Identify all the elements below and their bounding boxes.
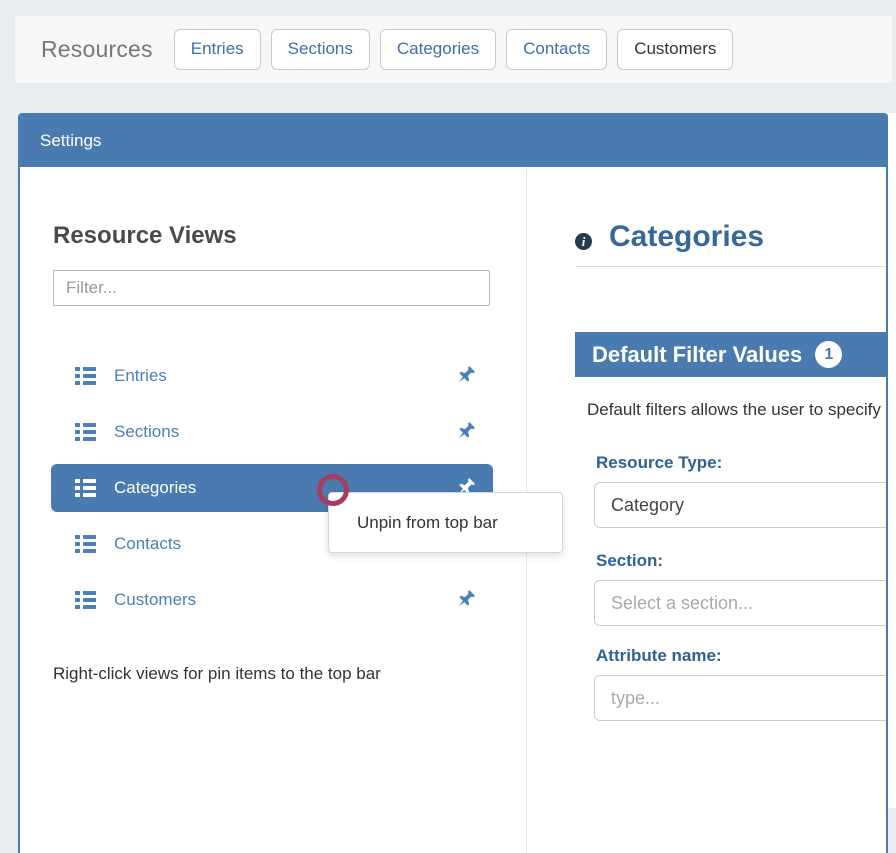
view-row-label: Contacts: [114, 534, 181, 554]
page-title-row: i Categories: [575, 220, 886, 254]
pushpin-icon[interactable]: [453, 588, 477, 612]
resource-type-label: Resource Type:: [596, 453, 886, 473]
pushpin-icon[interactable]: [453, 420, 477, 444]
view-row-entries[interactable]: Entries: [51, 352, 493, 400]
section-label: Section:: [596, 551, 886, 571]
th-list-icon: [75, 591, 96, 609]
resource-views-title: Resource Views: [53, 222, 526, 250]
settings-panel-header: Settings: [20, 115, 886, 167]
context-menu: Unpin from top bar: [328, 492, 563, 553]
topbar-button-categories[interactable]: Categories: [380, 29, 496, 69]
attribute-name-input[interactable]: [594, 675, 886, 721]
count-badge: 1: [815, 341, 842, 368]
th-list-icon: [75, 367, 96, 385]
title-divider: [575, 266, 886, 267]
pin-hint-text: Right-click views for pin items to the t…: [53, 664, 526, 684]
view-row-label: Categories: [114, 478, 196, 498]
th-list-icon: [75, 423, 96, 441]
section-header-label: Default Filter Values: [592, 342, 802, 368]
topbar-title: Resources: [41, 36, 153, 63]
settings-panel: Settings Resource Views Entries Sections: [18, 113, 888, 853]
scrollbar-gutter: [888, 113, 896, 808]
topbar-button-entries[interactable]: Entries: [174, 29, 261, 69]
top-resource-bar: Resources Entries Sections Categories Co…: [14, 15, 893, 84]
filter-input[interactable]: [53, 270, 490, 306]
info-icon: i: [575, 233, 592, 250]
section-description: Default filters allows the user to speci…: [587, 400, 886, 420]
view-row-label: Entries: [114, 366, 167, 386]
category-detail-pane: i Categories Default Filter Values 1 Def…: [527, 167, 886, 853]
attribute-name-label: Attribute name:: [596, 646, 886, 666]
topbar-button-contacts[interactable]: Contacts: [506, 29, 607, 69]
topbar-button-customers[interactable]: Customers: [617, 29, 733, 69]
page: { "topbar": { "title": "Resources", "but…: [0, 0, 896, 808]
view-row-label: Customers: [114, 590, 196, 610]
pushpin-icon[interactable]: [453, 364, 477, 388]
topbar-button-sections[interactable]: Sections: [271, 29, 370, 69]
view-row-sections[interactable]: Sections: [51, 408, 493, 456]
resource-type-input[interactable]: [594, 482, 886, 528]
default-filter-values-header: Default Filter Values 1: [575, 332, 886, 377]
section-select-input[interactable]: [594, 580, 886, 626]
th-list-icon: [75, 479, 96, 497]
th-list-icon: [75, 535, 96, 553]
settings-panel-title: Settings: [40, 131, 101, 151]
view-row-label: Sections: [114, 422, 179, 442]
page-title: Categories: [609, 220, 764, 254]
context-menu-item-unpin[interactable]: Unpin from top bar: [357, 513, 498, 533]
resource-views-list: Entries Sections Categories Contacts: [20, 352, 526, 624]
view-row-customers[interactable]: Customers: [51, 576, 493, 624]
